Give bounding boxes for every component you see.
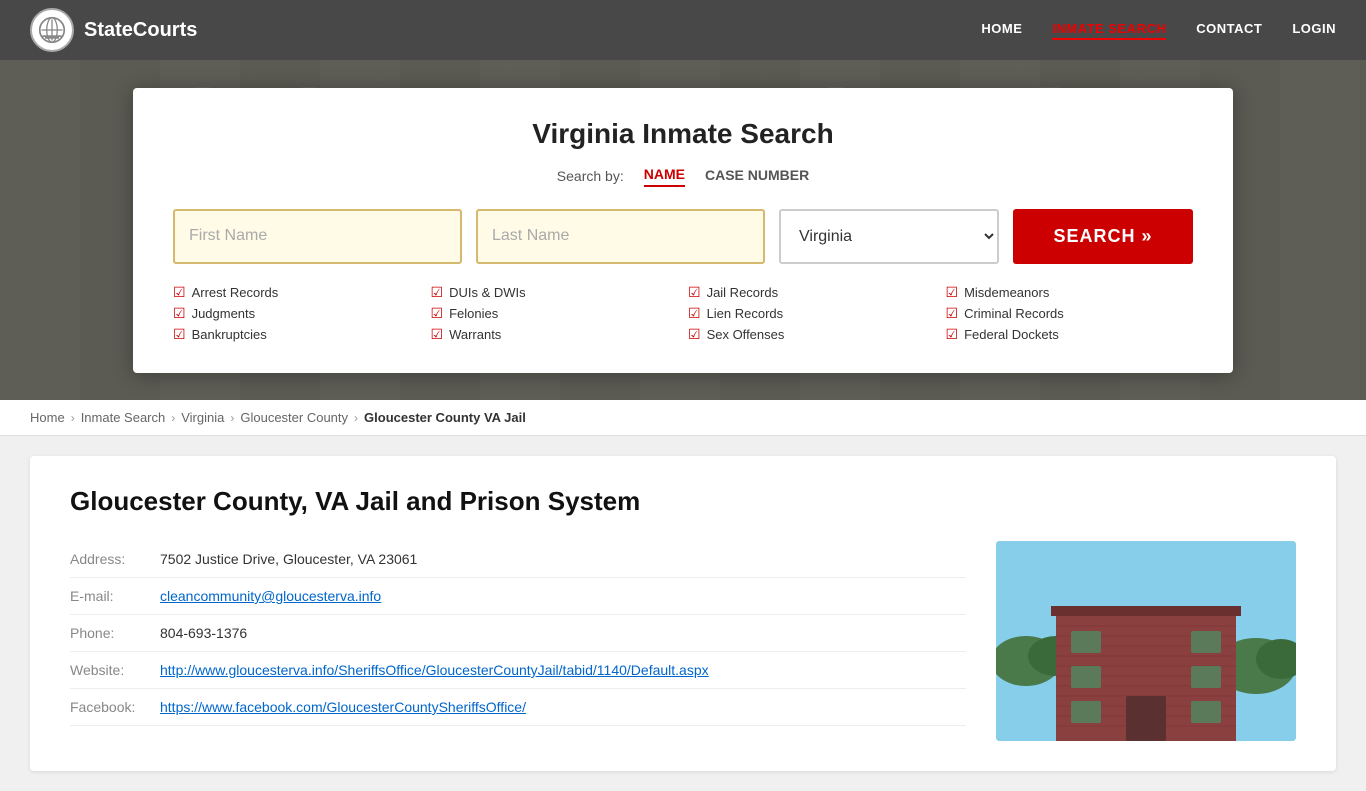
content-info: Address:7502 Justice Drive, Gloucester, … — [70, 541, 966, 741]
last-name-input[interactable] — [476, 209, 765, 264]
checkbox-item: ☑ Misdemeanors — [946, 284, 1194, 301]
check-icon: ☑ — [431, 326, 444, 343]
info-link[interactable]: http://www.gloucesterva.info/SheriffsOff… — [160, 662, 709, 678]
breadcrumb-current: Gloucester County VA Jail — [364, 410, 526, 425]
checkbox-label: Arrest Records — [192, 285, 279, 300]
check-icon: ☑ — [431, 284, 444, 301]
checkbox-label: Felonies — [449, 306, 498, 321]
check-icon: ☑ — [173, 305, 186, 322]
checkbox-grid: ☑ Arrest Records ☑ DUIs & DWIs ☑ Jail Records… — [173, 284, 1193, 343]
info-label: Facebook: — [70, 699, 160, 715]
main-nav: HOME INMATE SEARCH CONTACT LOGIN — [981, 21, 1336, 40]
checkbox-label: Lien Records — [707, 306, 784, 321]
info-label: E-mail: — [70, 588, 160, 604]
nav-login[interactable]: LOGIN — [1292, 21, 1336, 40]
checkbox-label: Warrants — [449, 327, 501, 342]
checkbox-item: ☑ Federal Dockets — [946, 326, 1194, 343]
nav-home[interactable]: HOME — [981, 21, 1022, 40]
check-icon: ☑ — [431, 305, 444, 322]
info-link[interactable]: cleancommunity@gloucesterva.info — [160, 588, 381, 604]
nav-contact[interactable]: CONTACT — [1196, 21, 1262, 40]
tab-name[interactable]: NAME — [644, 166, 685, 187]
info-row: Facebook:https://www.facebook.com/Glouce… — [70, 689, 966, 726]
info-row: Website:http://www.gloucesterva.info/She… — [70, 652, 966, 689]
nav-inmate-search[interactable]: INMATE SEARCH — [1052, 21, 1166, 40]
info-value[interactable]: http://www.gloucesterva.info/SheriffsOff… — [160, 662, 709, 678]
breadcrumb-separator: › — [71, 411, 75, 425]
info-link[interactable]: https://www.facebook.com/GloucesterCount… — [160, 699, 526, 715]
content-card: Gloucester County, VA Jail and Prison Sy… — [30, 456, 1336, 771]
info-value[interactable]: cleancommunity@gloucesterva.info — [160, 588, 381, 604]
main-content: Gloucester County, VA Jail and Prison Sy… — [0, 436, 1366, 791]
search-by-row: Search by: NAME CASE NUMBER — [173, 166, 1193, 187]
checkbox-item: ☑ DUIs & DWIs — [431, 284, 679, 301]
tab-case-number[interactable]: CASE NUMBER — [705, 167, 809, 186]
checkbox-item: ☑ Arrest Records — [173, 284, 421, 301]
checkbox-item: ☑ Criminal Records — [946, 305, 1194, 322]
check-icon: ☑ — [173, 284, 186, 301]
checkbox-label: Sex Offenses — [707, 327, 785, 342]
page-title: Gloucester County, VA Jail and Prison Sy… — [70, 486, 1296, 517]
checkbox-item: ☑ Lien Records — [688, 305, 936, 322]
checkbox-item: ☑ Warrants — [431, 326, 679, 343]
info-row: Address:7502 Justice Drive, Gloucester, … — [70, 541, 966, 578]
content-with-image: Address:7502 Justice Drive, Gloucester, … — [70, 541, 1296, 741]
building-image — [996, 541, 1296, 741]
check-icon: ☑ — [946, 326, 959, 343]
logo-icon — [30, 8, 74, 52]
search-card: Virginia Inmate Search Search by: NAME C… — [133, 88, 1233, 373]
first-name-input[interactable] — [173, 209, 462, 264]
breadcrumb-separator: › — [354, 411, 358, 425]
breadcrumb: Home › Inmate Search › Virginia › Gloucester C… — [0, 400, 1366, 436]
check-icon: ☑ — [946, 284, 959, 301]
check-icon: ☑ — [173, 326, 186, 343]
checkbox-item: ☑ Jail Records — [688, 284, 936, 301]
info-row: E-mail:cleancommunity@gloucesterva.info — [70, 578, 966, 615]
check-icon: ☑ — [946, 305, 959, 322]
logo-text: StateCourts — [84, 19, 197, 42]
info-row: Phone:804-693-1376 — [70, 615, 966, 652]
search-inputs-row: AlabamaAlaskaArizonaArkansasCaliforniaCo… — [173, 209, 1193, 264]
hero-section: COURTHOUSE Virginia Inmate Search Search… — [0, 60, 1366, 400]
search-card-title: Virginia Inmate Search — [173, 118, 1193, 150]
check-icon: ☑ — [688, 305, 701, 322]
checkbox-label: DUIs & DWIs — [449, 285, 526, 300]
info-value: 804-693-1376 — [160, 625, 247, 641]
state-select[interactable]: AlabamaAlaskaArizonaArkansasCaliforniaCo… — [779, 209, 999, 264]
checkbox-label: Bankruptcies — [192, 327, 267, 342]
checkbox-label: Jail Records — [707, 285, 779, 300]
breadcrumb-link[interactable]: Home — [30, 410, 65, 425]
search-by-label: Search by: — [557, 168, 624, 184]
checkbox-label: Federal Dockets — [964, 327, 1059, 342]
info-value: 7502 Justice Drive, Gloucester, VA 23061 — [160, 551, 417, 567]
logo-link[interactable]: StateCourts — [30, 8, 197, 52]
breadcrumb-link[interactable]: Inmate Search — [81, 410, 166, 425]
breadcrumb-separator: › — [230, 411, 234, 425]
checkbox-label: Misdemeanors — [964, 285, 1049, 300]
info-label: Phone: — [70, 625, 160, 641]
checkbox-item: ☑ Sex Offenses — [688, 326, 936, 343]
checkbox-label: Criminal Records — [964, 306, 1064, 321]
search-button[interactable]: SEARCH » — [1013, 209, 1193, 264]
check-icon: ☑ — [688, 326, 701, 343]
info-label: Address: — [70, 551, 160, 567]
check-icon: ☑ — [688, 284, 701, 301]
info-value[interactable]: https://www.facebook.com/GloucesterCount… — [160, 699, 526, 715]
breadcrumb-link[interactable]: Gloucester County — [240, 410, 348, 425]
info-label: Website: — [70, 662, 160, 678]
checkbox-item: ☑ Judgments — [173, 305, 421, 322]
site-header: StateCourts HOME INMATE SEARCH CONTACT L… — [0, 0, 1366, 60]
checkbox-item: ☑ Bankruptcies — [173, 326, 421, 343]
checkbox-item: ☑ Felonies — [431, 305, 679, 322]
breadcrumb-link[interactable]: Virginia — [181, 410, 224, 425]
checkbox-label: Judgments — [192, 306, 256, 321]
breadcrumb-separator: › — [171, 411, 175, 425]
